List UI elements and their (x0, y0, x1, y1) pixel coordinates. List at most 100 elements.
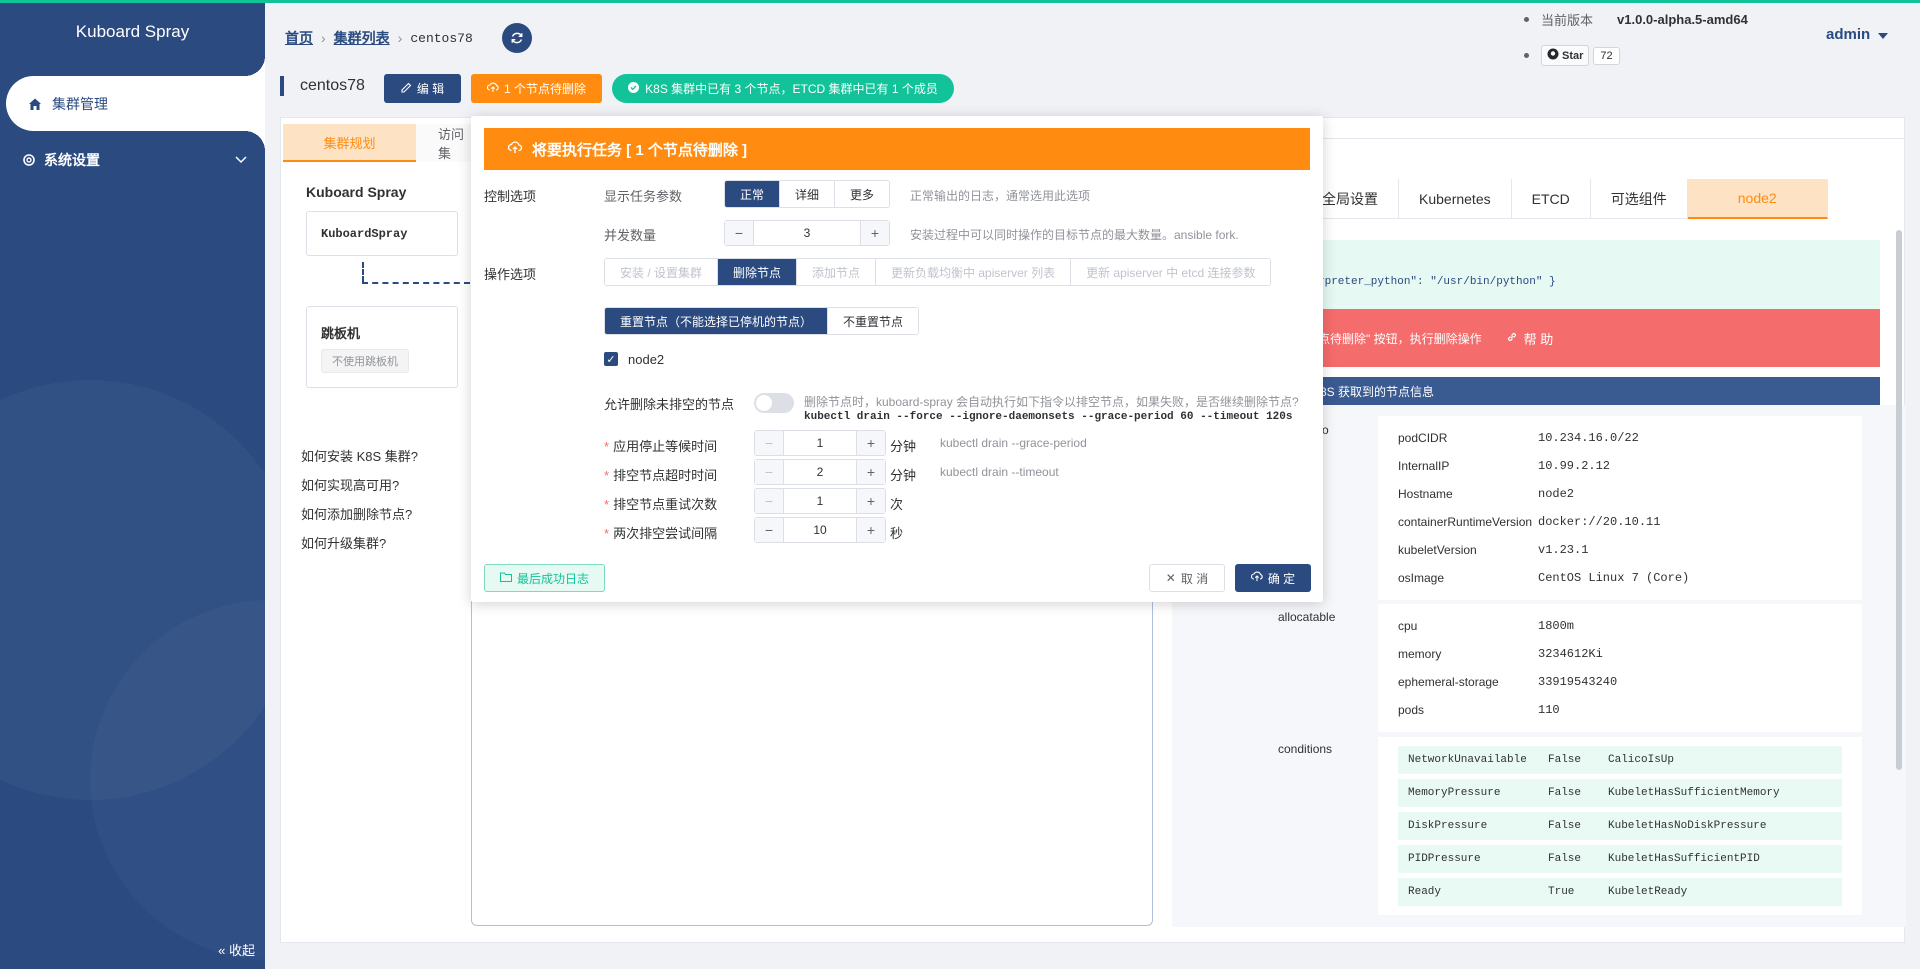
help-link[interactable]: 如何升级集群? (301, 533, 418, 562)
action-remove-node-option[interactable]: 删除节点 (718, 259, 798, 285)
sidebar-item-system-settings[interactable]: 系统设置 (22, 150, 247, 170)
condition-row: MemoryPressure False KubeletHasSufficientM… (1398, 779, 1842, 807)
allow-drain-toggle[interactable] (754, 393, 794, 413)
field-hint: kubectl drain --timeout (940, 465, 1059, 479)
version-value: v1.0.0-alpha.5-amd64 (1617, 11, 1748, 27)
sidebar-item-cluster-management[interactable]: 集群管理 (6, 56, 265, 151)
username: admin (1826, 26, 1871, 43)
refresh-icon (510, 31, 524, 45)
stepper-value[interactable]: 2 (783, 460, 857, 484)
retries-stepper[interactable]: − 1 + (754, 488, 886, 514)
scrollbar[interactable] (1896, 230, 1902, 770)
kv-row: InternalIP 10.99.2.12 (1378, 452, 1862, 480)
required-asterisk: * (604, 468, 610, 483)
kv-value: 10.234.16.0/22 (1538, 431, 1639, 445)
kv-row: cpu 1800m (1378, 612, 1862, 640)
bastion-node[interactable]: 跳板机 不使用跳板机 (306, 306, 458, 388)
kv-value: v1.23.1 (1538, 543, 1589, 557)
field-label-text: 两次排空尝试间隔 (613, 526, 718, 541)
edit-icon (401, 82, 412, 96)
node2-checkbox[interactable]: ✓ (604, 352, 618, 366)
tab-optional-components[interactable]: 可选组件 (1591, 179, 1688, 219)
tab-node2[interactable]: node2 (1687, 179, 1828, 219)
verbosity-verbose-option[interactable]: 详细 (780, 181, 836, 207)
cancel-button[interactable]: ✕ 取 消 (1149, 564, 1225, 592)
action-add-node-option[interactable]: 添加节点 (797, 259, 877, 285)
sidebar-collapse-button[interactable]: « 收起 (218, 940, 255, 959)
bastion-tag: 不使用跳板机 (321, 349, 409, 373)
github-star-button[interactable]: Star (1541, 45, 1590, 66)
decrement-button[interactable]: − (755, 489, 783, 513)
refresh-button[interactable] (502, 23, 532, 53)
status-text: K8S 集群中已有 3 个节点，ETCD 集群中已有 1 个成员 (645, 82, 938, 96)
tab-access[interactable]: 访问集 (416, 124, 476, 162)
reset-node-option[interactable]: 重置节点（不能选择已停机的节点） (605, 308, 829, 334)
concurrency-stepper[interactable]: − 3 + (724, 220, 890, 246)
inventory-code: rpreter_python": "/usr/bin/python" } (1318, 240, 1880, 310)
last-success-log-button[interactable]: 最后成功日志 (484, 564, 605, 592)
caret-down-icon (1878, 26, 1889, 43)
allow-drain-hint: 删除节点时，kuboard-spray 会自动执行如下指令以排空节点，如果失败，… (804, 395, 1299, 409)
help-link[interactable]: 如何实现高可用? (301, 475, 418, 504)
increment-button[interactable]: + (857, 460, 885, 484)
upload-cloud-icon (507, 140, 523, 158)
timeout-stepper[interactable]: − 2 + (754, 459, 886, 485)
chevron-down-icon (235, 156, 247, 164)
kv-key: InternalIP (1398, 459, 1450, 473)
page-title: centos78 (300, 77, 365, 94)
tab-cluster-plan[interactable]: 集群规划 (283, 124, 416, 162)
stepper-value[interactable]: 10 (783, 518, 857, 542)
increment-button[interactable]: + (857, 518, 885, 542)
star-count[interactable]: 72 (1593, 46, 1620, 65)
stepper-value[interactable]: 1 (783, 489, 857, 513)
user-menu[interactable]: admin (1826, 26, 1889, 43)
drain-command: kubectl drain --force --ignore-daemonset… (804, 411, 1293, 423)
increment-button[interactable]: + (857, 431, 885, 455)
log-button-label: 最后成功日志 (516, 571, 589, 586)
verbosity-more-option[interactable]: 更多 (835, 181, 890, 207)
decrement-button[interactable]: − (755, 460, 783, 484)
edit-button[interactable]: 编 辑 (384, 74, 461, 103)
help-link[interactable]: 帮 助 (1506, 329, 1553, 348)
tab-kubernetes[interactable]: Kubernetes (1399, 179, 1512, 219)
decrement-button[interactable]: − (755, 518, 783, 542)
increment-button[interactable]: + (861, 221, 889, 245)
action-update-etcd-option[interactable]: 更新 apiserver 中 etcd 连接参数 (1071, 259, 1271, 285)
kv-key: Hostname (1398, 487, 1453, 501)
sidebar: Kuboard Spray 集群管理 系统设置 « 收起 (0, 0, 265, 969)
help-links: 如何安装 K8S 集群? 如何实现高可用? 如何添加删除节点? 如何升级集群? (301, 446, 418, 562)
cluster-status-badge: K8S 集群中已有 3 个节点，ETCD 集群中已有 1 个成员 (612, 74, 954, 103)
verbosity-normal-option[interactable]: 正常 (725, 181, 781, 207)
confirm-button[interactable]: 确 定 (1235, 564, 1311, 592)
action-install-option[interactable]: 安装 / 设置集群 (605, 259, 719, 285)
decrement-button[interactable]: − (725, 221, 753, 245)
help-link[interactable]: 如何添加删除节点? (301, 504, 418, 533)
action-update-lb-option[interactable]: 更新负载均衡中 apiserver 列表 (876, 259, 1072, 285)
stepper-value[interactable]: 1 (783, 431, 857, 455)
tab-etcd[interactable]: ETCD (1512, 179, 1591, 219)
verbosity-hint: 正常输出的日志，通常选用此选项 (910, 189, 1091, 203)
grace-period-stepper[interactable]: − 1 + (754, 430, 886, 456)
no-reset-option[interactable]: 不重置节点 (828, 308, 919, 334)
top-accent-line (0, 0, 1920, 3)
sidebar-item-label: 集群管理 (52, 95, 108, 112)
field-label-text: 应用停止等候时间 (613, 439, 718, 454)
node2-checkbox-label: node2 (628, 352, 665, 367)
stepper-value[interactable]: 3 (753, 221, 861, 245)
required-asterisk: * (604, 526, 610, 541)
decrement-button[interactable]: − (755, 431, 783, 455)
dialog-title: 将要执行任务 [ 1 个节点待删除 ] (532, 141, 748, 159)
retry-interval-stepper[interactable]: − 10 + (754, 517, 886, 543)
field-label-text: 排空节点重试次数 (613, 497, 718, 512)
allow-drain-label: 允许删除未排空的节点 (604, 397, 735, 412)
increment-button[interactable]: + (857, 489, 885, 513)
kuboardspray-node[interactable]: KuboardSpray (306, 211, 458, 256)
condition-status: True (1548, 886, 1575, 898)
condition-reason: KubeletHasSufficientMemory (1608, 787, 1780, 799)
pending-delete-button[interactable]: 1 个节点待删除 (471, 74, 602, 103)
breadcrumb-home-link[interactable]: 首页 (285, 28, 313, 48)
github-icon (1547, 48, 1559, 63)
breadcrumb-cluster-list-link[interactable]: 集群列表 (334, 28, 390, 48)
help-link[interactable]: 如何安装 K8S 集群? (301, 446, 418, 475)
reset-selector: 重置节点（不能选择已停机的节点） 不重置节点 (604, 307, 920, 335)
